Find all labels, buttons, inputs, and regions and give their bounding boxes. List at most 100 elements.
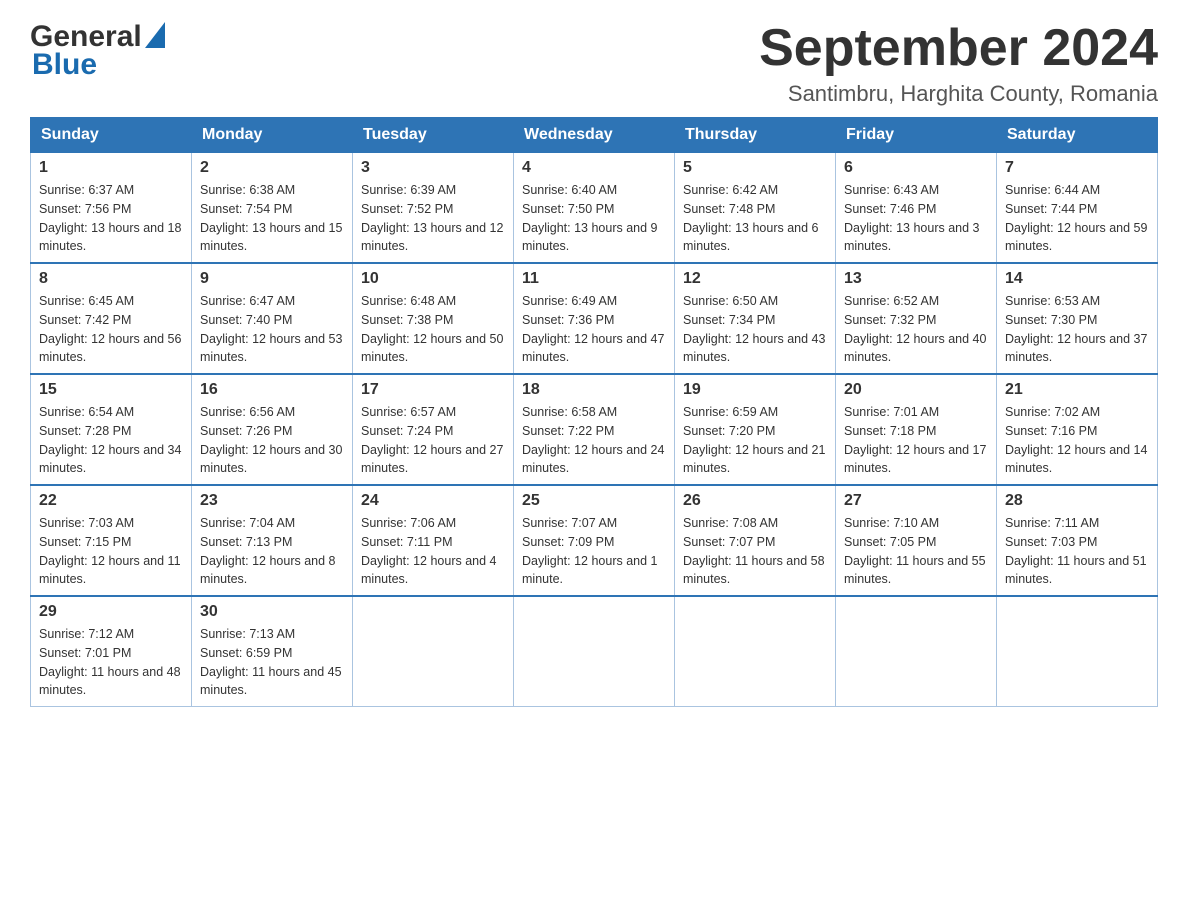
day-cell-2-5: 20 Sunrise: 7:01 AM Sunset: 7:18 PM Dayl…: [836, 374, 997, 485]
day-number: 18: [522, 381, 666, 399]
day-info: Sunrise: 7:02 AM Sunset: 7:16 PM Dayligh…: [1005, 403, 1149, 478]
day-number: 11: [522, 270, 666, 288]
day-info: Sunrise: 7:12 AM Sunset: 7:01 PM Dayligh…: [39, 625, 183, 700]
title-block: September 2024 Santimbru, Harghita Count…: [759, 20, 1158, 107]
col-saturday: Saturday: [997, 118, 1158, 153]
day-cell-3-6: 28 Sunrise: 7:11 AM Sunset: 7:03 PM Dayl…: [997, 485, 1158, 596]
day-number: 30: [200, 603, 344, 621]
week-row-3: 15 Sunrise: 6:54 AM Sunset: 7:28 PM Dayl…: [31, 374, 1158, 485]
day-cell-1-5: 13 Sunrise: 6:52 AM Sunset: 7:32 PM Dayl…: [836, 263, 997, 374]
day-cell-0-1: 2 Sunrise: 6:38 AM Sunset: 7:54 PM Dayli…: [192, 153, 353, 264]
calendar-header-row: Sunday Monday Tuesday Wednesday Thursday…: [31, 118, 1158, 153]
day-info: Sunrise: 7:07 AM Sunset: 7:09 PM Dayligh…: [522, 514, 666, 589]
col-tuesday: Tuesday: [353, 118, 514, 153]
day-cell-3-2: 24 Sunrise: 7:06 AM Sunset: 7:11 PM Dayl…: [353, 485, 514, 596]
day-info: Sunrise: 6:38 AM Sunset: 7:54 PM Dayligh…: [200, 181, 344, 256]
col-friday: Friday: [836, 118, 997, 153]
day-cell-3-3: 25 Sunrise: 7:07 AM Sunset: 7:09 PM Dayl…: [514, 485, 675, 596]
day-cell-3-5: 27 Sunrise: 7:10 AM Sunset: 7:05 PM Dayl…: [836, 485, 997, 596]
day-info: Sunrise: 7:10 AM Sunset: 7:05 PM Dayligh…: [844, 514, 988, 589]
day-info: Sunrise: 6:47 AM Sunset: 7:40 PM Dayligh…: [200, 292, 344, 367]
day-info: Sunrise: 6:57 AM Sunset: 7:24 PM Dayligh…: [361, 403, 505, 478]
day-number: 13: [844, 270, 988, 288]
day-number: 17: [361, 381, 505, 399]
day-info: Sunrise: 6:40 AM Sunset: 7:50 PM Dayligh…: [522, 181, 666, 256]
day-number: 19: [683, 381, 827, 399]
day-number: 23: [200, 492, 344, 510]
day-info: Sunrise: 7:13 AM Sunset: 6:59 PM Dayligh…: [200, 625, 344, 700]
day-info: Sunrise: 7:04 AM Sunset: 7:13 PM Dayligh…: [200, 514, 344, 589]
day-cell-1-6: 14 Sunrise: 6:53 AM Sunset: 7:30 PM Dayl…: [997, 263, 1158, 374]
day-cell-2-6: 21 Sunrise: 7:02 AM Sunset: 7:16 PM Dayl…: [997, 374, 1158, 485]
day-cell-4-5: [836, 596, 997, 707]
logo-arrow-icon: [145, 22, 165, 48]
day-info: Sunrise: 6:45 AM Sunset: 7:42 PM Dayligh…: [39, 292, 183, 367]
day-info: Sunrise: 6:44 AM Sunset: 7:44 PM Dayligh…: [1005, 181, 1149, 256]
day-cell-1-4: 12 Sunrise: 6:50 AM Sunset: 7:34 PM Dayl…: [675, 263, 836, 374]
day-cell-0-2: 3 Sunrise: 6:39 AM Sunset: 7:52 PM Dayli…: [353, 153, 514, 264]
day-cell-0-0: 1 Sunrise: 6:37 AM Sunset: 7:56 PM Dayli…: [31, 153, 192, 264]
col-wednesday: Wednesday: [514, 118, 675, 153]
calendar-title: September 2024: [759, 20, 1158, 77]
day-info: Sunrise: 6:59 AM Sunset: 7:20 PM Dayligh…: [683, 403, 827, 478]
day-number: 10: [361, 270, 505, 288]
day-cell-0-6: 7 Sunrise: 6:44 AM Sunset: 7:44 PM Dayli…: [997, 153, 1158, 264]
day-info: Sunrise: 7:08 AM Sunset: 7:07 PM Dayligh…: [683, 514, 827, 589]
day-cell-2-3: 18 Sunrise: 6:58 AM Sunset: 7:22 PM Dayl…: [514, 374, 675, 485]
day-cell-1-3: 11 Sunrise: 6:49 AM Sunset: 7:36 PM Dayl…: [514, 263, 675, 374]
logo: General Blue: [30, 20, 165, 82]
day-cell-4-0: 29 Sunrise: 7:12 AM Sunset: 7:01 PM Dayl…: [31, 596, 192, 707]
day-cell-4-4: [675, 596, 836, 707]
day-number: 29: [39, 603, 183, 621]
day-number: 14: [1005, 270, 1149, 288]
day-cell-3-1: 23 Sunrise: 7:04 AM Sunset: 7:13 PM Dayl…: [192, 485, 353, 596]
day-cell-0-5: 6 Sunrise: 6:43 AM Sunset: 7:46 PM Dayli…: [836, 153, 997, 264]
week-row-1: 1 Sunrise: 6:37 AM Sunset: 7:56 PM Dayli…: [31, 153, 1158, 264]
day-cell-2-2: 17 Sunrise: 6:57 AM Sunset: 7:24 PM Dayl…: [353, 374, 514, 485]
day-info: Sunrise: 6:49 AM Sunset: 7:36 PM Dayligh…: [522, 292, 666, 367]
col-thursday: Thursday: [675, 118, 836, 153]
day-number: 12: [683, 270, 827, 288]
calendar-table: Sunday Monday Tuesday Wednesday Thursday…: [30, 117, 1158, 707]
page-header: General Blue September 2024 Santimbru, H…: [30, 20, 1158, 107]
week-row-4: 22 Sunrise: 7:03 AM Sunset: 7:15 PM Dayl…: [31, 485, 1158, 596]
day-info: Sunrise: 7:03 AM Sunset: 7:15 PM Dayligh…: [39, 514, 183, 589]
day-info: Sunrise: 6:53 AM Sunset: 7:30 PM Dayligh…: [1005, 292, 1149, 367]
day-number: 27: [844, 492, 988, 510]
week-row-5: 29 Sunrise: 7:12 AM Sunset: 7:01 PM Dayl…: [31, 596, 1158, 707]
day-cell-3-0: 22 Sunrise: 7:03 AM Sunset: 7:15 PM Dayl…: [31, 485, 192, 596]
day-number: 4: [522, 159, 666, 177]
day-cell-2-0: 15 Sunrise: 6:54 AM Sunset: 7:28 PM Dayl…: [31, 374, 192, 485]
day-number: 8: [39, 270, 183, 288]
day-info: Sunrise: 7:06 AM Sunset: 7:11 PM Dayligh…: [361, 514, 505, 589]
day-info: Sunrise: 6:50 AM Sunset: 7:34 PM Dayligh…: [683, 292, 827, 367]
day-cell-4-2: [353, 596, 514, 707]
day-cell-4-6: [997, 596, 1158, 707]
day-number: 22: [39, 492, 183, 510]
day-cell-2-4: 19 Sunrise: 6:59 AM Sunset: 7:20 PM Dayl…: [675, 374, 836, 485]
day-number: 2: [200, 159, 344, 177]
day-info: Sunrise: 6:43 AM Sunset: 7:46 PM Dayligh…: [844, 181, 988, 256]
day-info: Sunrise: 6:42 AM Sunset: 7:48 PM Dayligh…: [683, 181, 827, 256]
day-number: 24: [361, 492, 505, 510]
day-number: 6: [844, 159, 988, 177]
day-cell-1-2: 10 Sunrise: 6:48 AM Sunset: 7:38 PM Dayl…: [353, 263, 514, 374]
day-number: 7: [1005, 159, 1149, 177]
day-info: Sunrise: 6:58 AM Sunset: 7:22 PM Dayligh…: [522, 403, 666, 478]
col-sunday: Sunday: [31, 118, 192, 153]
day-number: 28: [1005, 492, 1149, 510]
day-cell-2-1: 16 Sunrise: 6:56 AM Sunset: 7:26 PM Dayl…: [192, 374, 353, 485]
calendar-subtitle: Santimbru, Harghita County, Romania: [759, 81, 1158, 107]
day-number: 9: [200, 270, 344, 288]
day-info: Sunrise: 6:37 AM Sunset: 7:56 PM Dayligh…: [39, 181, 183, 256]
day-info: Sunrise: 6:54 AM Sunset: 7:28 PM Dayligh…: [39, 403, 183, 478]
day-number: 26: [683, 492, 827, 510]
day-cell-4-3: [514, 596, 675, 707]
day-cell-0-3: 4 Sunrise: 6:40 AM Sunset: 7:50 PM Dayli…: [514, 153, 675, 264]
day-cell-3-4: 26 Sunrise: 7:08 AM Sunset: 7:07 PM Dayl…: [675, 485, 836, 596]
day-cell-1-1: 9 Sunrise: 6:47 AM Sunset: 7:40 PM Dayli…: [192, 263, 353, 374]
logo-blue-text: Blue: [30, 48, 97, 82]
day-cell-0-4: 5 Sunrise: 6:42 AM Sunset: 7:48 PM Dayli…: [675, 153, 836, 264]
day-info: Sunrise: 7:11 AM Sunset: 7:03 PM Dayligh…: [1005, 514, 1149, 589]
day-cell-1-0: 8 Sunrise: 6:45 AM Sunset: 7:42 PM Dayli…: [31, 263, 192, 374]
